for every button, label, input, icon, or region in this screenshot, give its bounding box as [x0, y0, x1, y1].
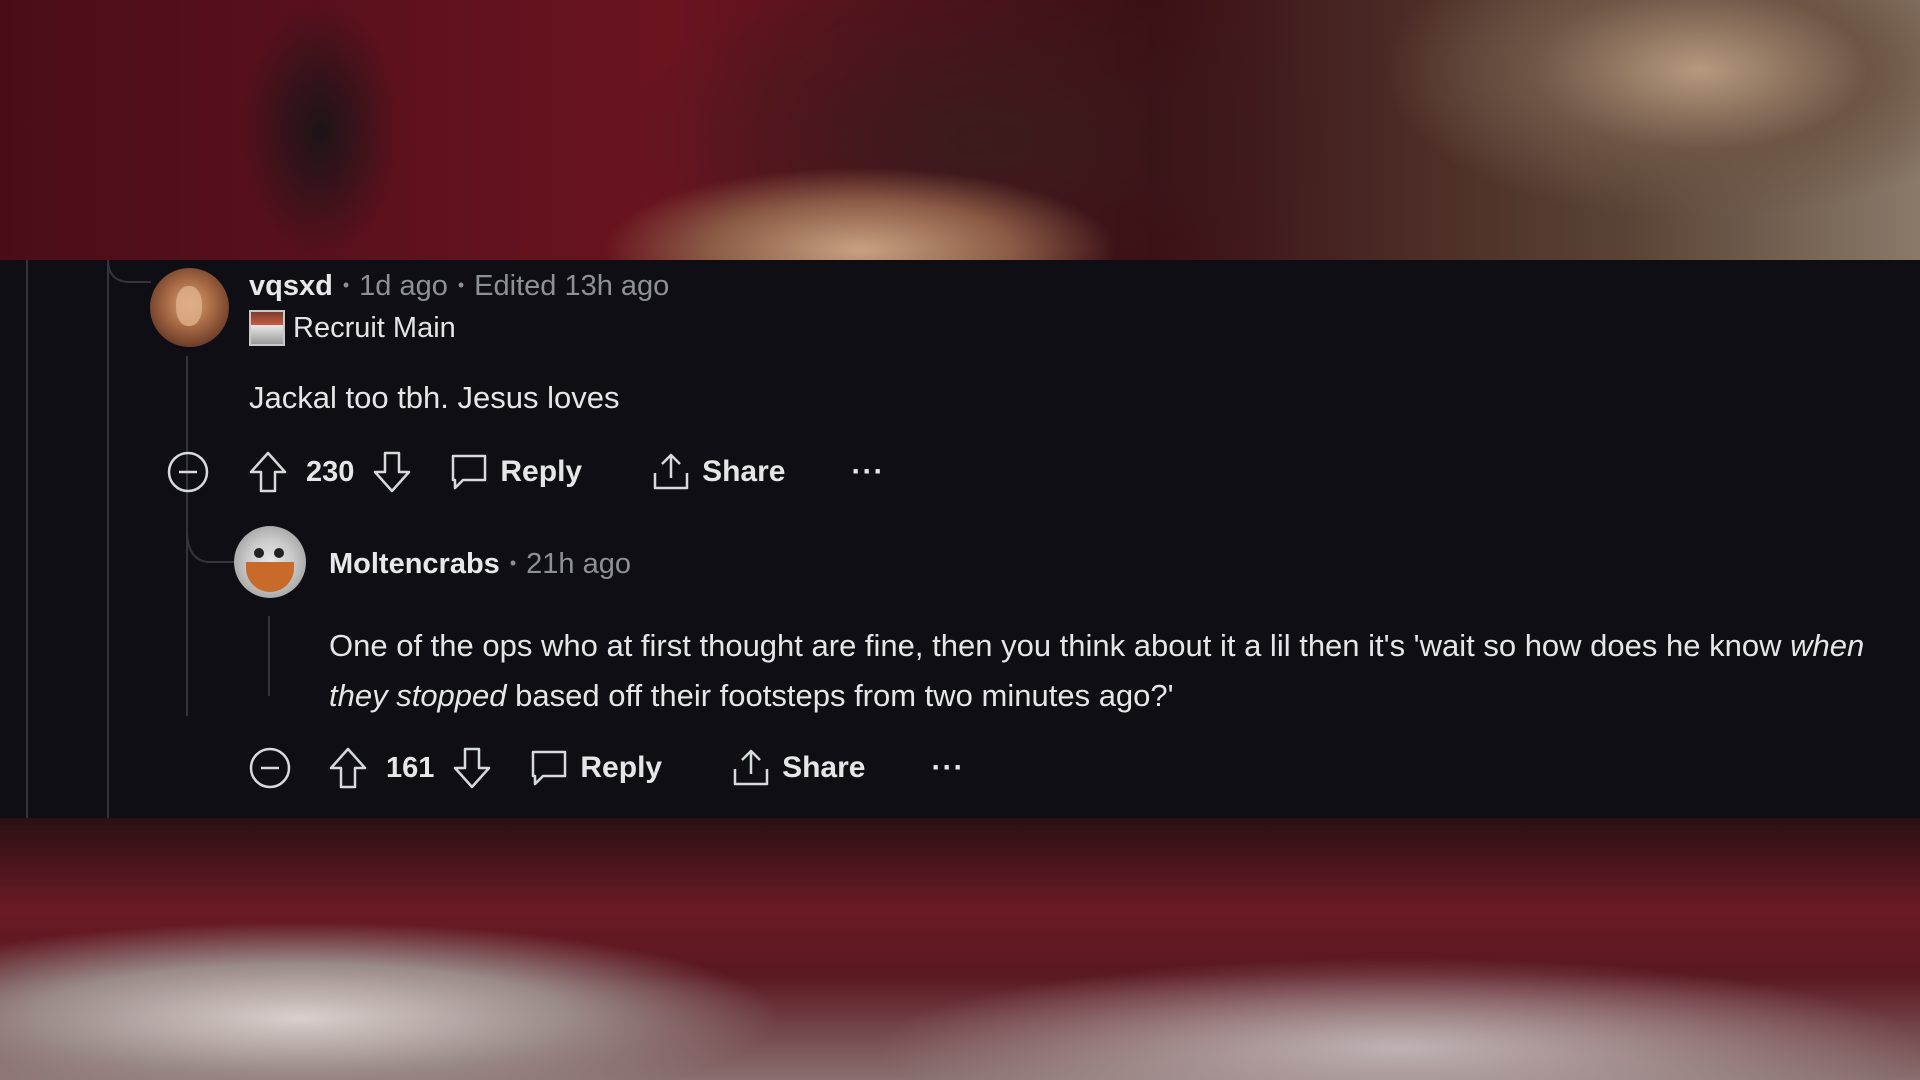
vote-count: 230: [306, 455, 355, 488]
downvote-icon[interactable]: [452, 746, 492, 790]
comment-meta: Moltencrabs • 21h ago: [329, 548, 631, 581]
collapse-icon[interactable]: [248, 746, 292, 790]
comment-actions: 161 Reply Share ···: [248, 746, 964, 790]
avatar-eye: [274, 548, 284, 558]
thread-rail: [26, 260, 28, 818]
timestamp[interactable]: 21h ago: [526, 548, 631, 581]
upvote-icon[interactable]: [248, 450, 288, 494]
blurred-background-bottom: [0, 818, 1920, 1080]
username[interactable]: Moltencrabs: [329, 548, 500, 581]
avatar-face: [176, 286, 202, 326]
comment-text: One of the ops who at first thought are …: [329, 628, 1791, 663]
comment-meta: vqsxd • 1d ago • Edited 13h ago: [249, 270, 669, 303]
reply-icon: [452, 454, 487, 490]
reply-label: Reply: [580, 751, 663, 784]
separator-dot: •: [509, 553, 517, 573]
share-button[interactable]: Share: [650, 451, 785, 493]
user-avatar[interactable]: [150, 268, 229, 347]
comment-actions: 230 Reply Share ···: [166, 450, 884, 494]
collapse-icon[interactable]: [166, 450, 210, 494]
share-icon: [653, 453, 689, 490]
flair-icon: [249, 310, 285, 346]
thread-connector: [107, 260, 151, 283]
user-flair: Recruit Main: [249, 310, 456, 346]
background-shape: [240, 0, 400, 260]
reply-button[interactable]: Reply: [448, 451, 582, 493]
thread-connector: [186, 530, 234, 563]
more-options-icon[interactable]: ···: [931, 751, 964, 785]
vote-count: 161: [386, 751, 435, 784]
avatar-eye: [254, 548, 264, 558]
edited-timestamp: Edited 13h ago: [474, 270, 670, 302]
share-button[interactable]: Share: [730, 747, 865, 789]
thread-rail[interactable]: [268, 616, 270, 696]
upvote-icon[interactable]: [328, 746, 368, 790]
separator-dot: •: [457, 275, 465, 295]
reply-label: Reply: [500, 455, 583, 488]
timestamp[interactable]: 1d ago: [359, 270, 448, 303]
comment-body: One of the ops who at first thought are …: [329, 621, 1889, 721]
comment-text: based off their footsteps from two minut…: [506, 678, 1174, 713]
user-avatar[interactable]: [234, 526, 306, 598]
downvote-icon[interactable]: [372, 450, 412, 494]
comment-body: Jackal too tbh. Jesus loves: [249, 380, 620, 415]
thread-rail: [107, 260, 109, 818]
blurred-background-top: [0, 0, 1920, 260]
more-options-icon[interactable]: ···: [851, 455, 884, 489]
reply-button[interactable]: Reply: [528, 747, 662, 789]
username[interactable]: vqsxd: [249, 270, 333, 303]
share-label: Share: [702, 455, 786, 488]
share-icon: [733, 749, 769, 786]
share-label: Share: [782, 751, 866, 784]
separator-dot: •: [342, 275, 350, 295]
comment-thread: vqsxd • 1d ago • Edited 13h ago Recruit …: [0, 260, 1920, 818]
reply-icon: [532, 750, 567, 786]
flair-label: Recruit Main: [293, 311, 456, 344]
avatar-beard: [246, 562, 294, 592]
